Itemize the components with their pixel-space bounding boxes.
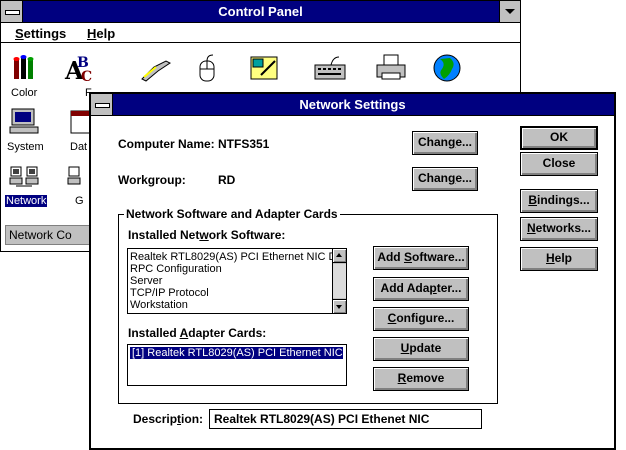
network-settings-titlebar[interactable]: Network Settings — [91, 94, 614, 116]
network-label: Network — [5, 195, 48, 207]
computer-name-label: Computer Name: — [118, 137, 215, 151]
keyboard-icon[interactable] — [313, 53, 347, 83]
list-item[interactable]: Realtek RTL8029(AS) PCI Ethernet NIC D — [128, 251, 336, 263]
control-panel-status: Network Co — [5, 225, 93, 245]
computer-name-value: NTFS351 — [218, 137, 270, 151]
control-panel-menubar: Settings Help — [1, 23, 520, 43]
add-software-button[interactable]: Add Software... — [373, 246, 469, 270]
international-icon[interactable] — [430, 53, 464, 83]
help-button[interactable]: Help — [520, 247, 598, 271]
mouse-icon[interactable] — [191, 53, 225, 83]
installed-software-label: Installed Network Software: — [128, 228, 286, 242]
menu-help[interactable]: Help — [87, 26, 115, 41]
network-settings-title: Network Settings — [299, 97, 406, 112]
list-item[interactable]: RPC Configuration — [128, 263, 331, 275]
scroll-track[interactable] — [333, 264, 346, 298]
desktop-icon[interactable] — [247, 53, 281, 83]
color-label: Color — [11, 87, 38, 99]
scroll-up-icon[interactable] — [333, 249, 346, 263]
network-settings-dialog: Network Settings Computer Name: NTFS351 … — [89, 92, 616, 450]
update-button[interactable]: Update — [373, 337, 469, 361]
control-panel-titlebar[interactable]: Control Panel — [1, 1, 520, 23]
fonts-icon[interactable]: A B C — [63, 53, 97, 85]
system-label: System — [7, 141, 44, 153]
installed-adapters-label: Installed Adapter Cards: — [128, 326, 267, 340]
svg-text:C: C — [81, 69, 92, 83]
menu-settings[interactable]: Settings — [15, 26, 66, 41]
workgroup-value: RD — [218, 173, 236, 187]
minimize-button[interactable] — [499, 1, 520, 22]
system-menu-button[interactable] — [1, 1, 23, 22]
add-adapter-button[interactable]: Add Adapter... — [373, 277, 469, 301]
description-field[interactable]: Realtek RTL8029(AS) PCI Ethenet NIC — [209, 409, 482, 429]
list-item[interactable]: Server — [128, 275, 331, 287]
workgroup-label: Workgroup: — [118, 173, 186, 187]
close-button[interactable]: Close — [520, 152, 598, 176]
remove-button[interactable]: Remove — [373, 367, 469, 391]
group-title: Network Software and Adapter Cards — [124, 207, 340, 221]
scroll-down-icon[interactable] — [333, 299, 346, 313]
control-panel-title: Control Panel — [218, 4, 303, 19]
ok-button[interactable]: OK — [520, 126, 598, 150]
description-label: Description: — [133, 412, 204, 426]
software-list-scrollbar[interactable] — [332, 249, 346, 313]
configure-button[interactable]: Configure... — [373, 307, 469, 331]
ports-icon[interactable] — [138, 53, 172, 83]
installed-software-list[interactable]: Realtek RTL8029(AS) PCI Ethernet NIC D R… — [127, 248, 347, 314]
installed-adapters-list[interactable]: [1] Realtek RTL8029(AS) PCI Ethernet NIC — [127, 344, 347, 386]
network-icon[interactable] — [8, 161, 42, 191]
list-item[interactable]: Workstation — [128, 299, 331, 311]
change-workgroup-button[interactable]: Change... — [412, 167, 478, 191]
date-time-label: Dat — [70, 141, 88, 153]
list-item[interactable]: [1] Realtek RTL8029(AS) PCI Ethernet NIC — [130, 347, 343, 359]
list-item[interactable]: TCP/IP Protocol — [128, 287, 331, 299]
networks-button[interactable]: Networks... — [520, 217, 598, 241]
gsnw-label: G — [75, 195, 84, 207]
system-icon[interactable] — [8, 107, 42, 137]
printers-icon[interactable] — [374, 53, 408, 83]
color-icon[interactable] — [8, 53, 42, 83]
system-menu-button[interactable] — [91, 94, 113, 115]
bindings-button[interactable]: Bindings... — [520, 189, 598, 213]
change-computer-name-button[interactable]: Change... — [412, 131, 478, 155]
